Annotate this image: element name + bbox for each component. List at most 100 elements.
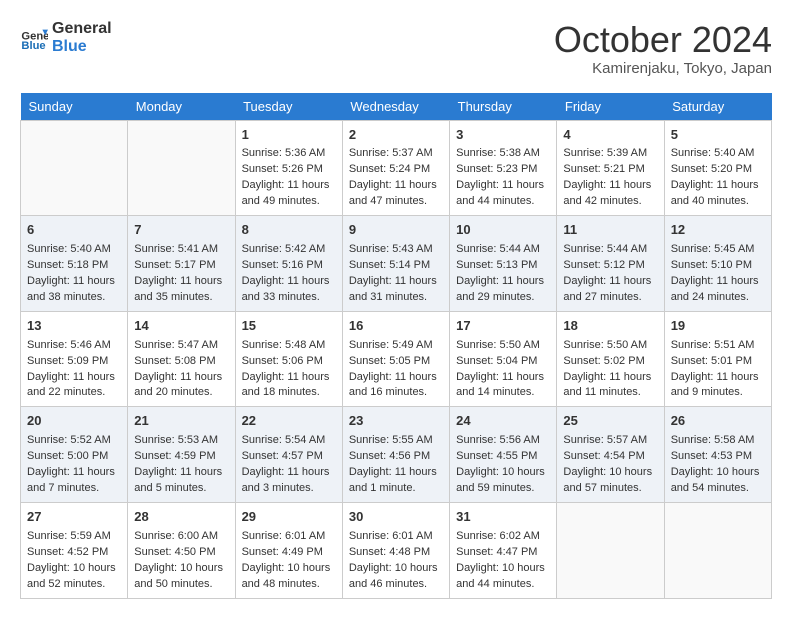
calendar-cell: 27Sunrise: 5:59 AMSunset: 4:52 PMDayligh… (21, 502, 128, 598)
logo-icon: General Blue (20, 24, 48, 52)
day-number: 2 (349, 126, 443, 145)
cell-content: Sunset: 5:02 PM (563, 354, 657, 370)
cell-content: Daylight: 11 hours and 29 minutes. (456, 274, 550, 306)
calendar-cell (557, 502, 664, 598)
cell-content: Sunset: 5:12 PM (563, 258, 657, 274)
cell-content: Sunset: 5:01 PM (671, 354, 765, 370)
day-number: 19 (671, 317, 765, 336)
cell-content: Sunset: 5:04 PM (456, 354, 550, 370)
cell-content: Daylight: 11 hours and 49 minutes. (242, 178, 336, 210)
cell-content: Daylight: 11 hours and 14 minutes. (456, 370, 550, 402)
calendar-cell: 30Sunrise: 6:01 AMSunset: 4:48 PMDayligh… (342, 502, 449, 598)
day-header-saturday: Saturday (664, 93, 771, 121)
cell-content: Sunrise: 5:55 AM (349, 433, 443, 449)
cell-content: Daylight: 11 hours and 22 minutes. (27, 370, 121, 402)
calendar-cell: 5Sunrise: 5:40 AMSunset: 5:20 PMDaylight… (664, 120, 771, 216)
cell-content: Sunrise: 5:37 AM (349, 146, 443, 162)
cell-content: Daylight: 11 hours and 42 minutes. (563, 178, 657, 210)
cell-content: Sunrise: 5:53 AM (134, 433, 228, 449)
month-title: October 2024 (554, 20, 772, 60)
day-header-thursday: Thursday (450, 93, 557, 121)
day-number: 15 (242, 317, 336, 336)
header-row: SundayMondayTuesdayWednesdayThursdayFrid… (21, 93, 772, 121)
logo-text-1: General (52, 20, 112, 38)
cell-content: Sunrise: 5:56 AM (456, 433, 550, 449)
cell-content: Sunrise: 5:46 AM (27, 338, 121, 354)
cell-content: Sunset: 5:06 PM (242, 354, 336, 370)
cell-content: Sunset: 5:09 PM (27, 354, 121, 370)
cell-content: Daylight: 11 hours and 27 minutes. (563, 274, 657, 306)
cell-content: Daylight: 11 hours and 35 minutes. (134, 274, 228, 306)
cell-content: Sunrise: 5:42 AM (242, 242, 336, 258)
cell-content: Sunrise: 6:02 AM (456, 529, 550, 545)
day-number: 1 (242, 126, 336, 145)
cell-content: Sunset: 5:24 PM (349, 162, 443, 178)
cell-content: Sunset: 4:59 PM (134, 449, 228, 465)
day-number: 8 (242, 221, 336, 240)
day-number: 3 (456, 126, 550, 145)
cell-content: Daylight: 10 hours and 57 minutes. (563, 465, 657, 497)
calendar-cell: 4Sunrise: 5:39 AMSunset: 5:21 PMDaylight… (557, 120, 664, 216)
cell-content: Sunset: 4:55 PM (456, 449, 550, 465)
page-header: General Blue General Blue October 2024 K… (20, 20, 772, 77)
cell-content: Sunrise: 5:57 AM (563, 433, 657, 449)
calendar-cell: 16Sunrise: 5:49 AMSunset: 5:05 PMDayligh… (342, 311, 449, 407)
cell-content: Daylight: 11 hours and 47 minutes. (349, 178, 443, 210)
cell-content: Sunset: 4:50 PM (134, 545, 228, 561)
calendar-cell: 11Sunrise: 5:44 AMSunset: 5:12 PMDayligh… (557, 216, 664, 312)
cell-content: Sunrise: 5:52 AM (27, 433, 121, 449)
calendar-cell: 19Sunrise: 5:51 AMSunset: 5:01 PMDayligh… (664, 311, 771, 407)
cell-content: Daylight: 11 hours and 5 minutes. (134, 465, 228, 497)
week-row-5: 27Sunrise: 5:59 AMSunset: 4:52 PMDayligh… (21, 502, 772, 598)
calendar-cell: 10 Sunrise: 5:44 AMSunset: 5:13 PMDayligh… (450, 216, 557, 312)
cell-content: Daylight: 10 hours and 54 minutes. (671, 465, 765, 497)
cell-content: Sunset: 5:17 PM (134, 258, 228, 274)
cell-content: Daylight: 11 hours and 11 minutes. (563, 370, 657, 402)
cell-content: Sunset: 4:52 PM (27, 545, 121, 561)
cell-content: Daylight: 10 hours and 52 minutes. (27, 561, 121, 593)
cell-content: Daylight: 11 hours and 38 minutes. (27, 274, 121, 306)
calendar-cell: 15Sunrise: 5:48 AMSunset: 5:06 PMDayligh… (235, 311, 342, 407)
cell-content: Daylight: 11 hours and 9 minutes. (671, 370, 765, 402)
day-number: 21 (134, 412, 228, 431)
cell-content: Daylight: 10 hours and 44 minutes. (456, 561, 550, 593)
cell-content: Sunrise: 5:48 AM (242, 338, 336, 354)
calendar-cell: 20Sunrise: 5:52 AMSunset: 5:00 PMDayligh… (21, 407, 128, 503)
calendar-cell: 31Sunrise: 6:02 AMSunset: 4:47 PMDayligh… (450, 502, 557, 598)
day-number: 27 (27, 508, 121, 527)
calendar-cell: 8Sunrise: 5:42 AMSunset: 5:16 PMDaylight… (235, 216, 342, 312)
cell-content: Daylight: 10 hours and 59 minutes. (456, 465, 550, 497)
cell-content: Daylight: 11 hours and 33 minutes. (242, 274, 336, 306)
calendar-table: SundayMondayTuesdayWednesdayThursdayFrid… (20, 93, 772, 599)
title-block: October 2024 Kamirenjaku, Tokyo, Japan (554, 20, 772, 77)
day-number: 24 (456, 412, 550, 431)
cell-content: Daylight: 11 hours and 20 minutes. (134, 370, 228, 402)
day-number: 25 (563, 412, 657, 431)
calendar-cell: 24 Sunrise: 5:56 AMSunset: 4:55 PMDayligh… (450, 407, 557, 503)
cell-content: Sunset: 5:14 PM (349, 258, 443, 274)
day-number: 26 (671, 412, 765, 431)
calendar-cell: 1Sunrise: 5:36 AMSunset: 5:26 PMDaylight… (235, 120, 342, 216)
week-row-2: 6Sunrise: 5:40 AMSunset: 5:18 PMDaylight… (21, 216, 772, 312)
logo-text-2: Blue (52, 38, 112, 56)
calendar-cell: 28Sunrise: 6:00 AMSunset: 4:50 PMDayligh… (128, 502, 235, 598)
calendar-cell: 6Sunrise: 5:40 AMSunset: 5:18 PMDaylight… (21, 216, 128, 312)
day-number: 10 (456, 221, 550, 240)
calendar-cell: 14Sunrise: 5:47 AMSunset: 5:08 PMDayligh… (128, 311, 235, 407)
day-number: 18 (563, 317, 657, 336)
cell-content: Sunset: 5:10 PM (671, 258, 765, 274)
calendar-cell: 13Sunrise: 5:46 AMSunset: 5:09 PMDayligh… (21, 311, 128, 407)
cell-content: Sunrise: 5:54 AM (242, 433, 336, 449)
week-row-1: 1Sunrise: 5:36 AMSunset: 5:26 PMDaylight… (21, 120, 772, 216)
cell-content: Daylight: 11 hours and 7 minutes. (27, 465, 121, 497)
cell-content: Sunrise: 5:44 AM (456, 242, 550, 258)
cell-content: Sunrise: 5:58 AM (671, 433, 765, 449)
calendar-cell: 18Sunrise: 5:50 AMSunset: 5:02 PMDayligh… (557, 311, 664, 407)
calendar-cell: 12Sunrise: 5:45 AMSunset: 5:10 PMDayligh… (664, 216, 771, 312)
cell-content: Daylight: 11 hours and 3 minutes. (242, 465, 336, 497)
cell-content: Sunrise: 6:01 AM (242, 529, 336, 545)
cell-content: Sunrise: 5:47 AM (134, 338, 228, 354)
week-row-3: 13Sunrise: 5:46 AMSunset: 5:09 PMDayligh… (21, 311, 772, 407)
calendar-cell: 25Sunrise: 5:57 AMSunset: 4:54 PMDayligh… (557, 407, 664, 503)
cell-content: Sunset: 5:13 PM (456, 258, 550, 274)
